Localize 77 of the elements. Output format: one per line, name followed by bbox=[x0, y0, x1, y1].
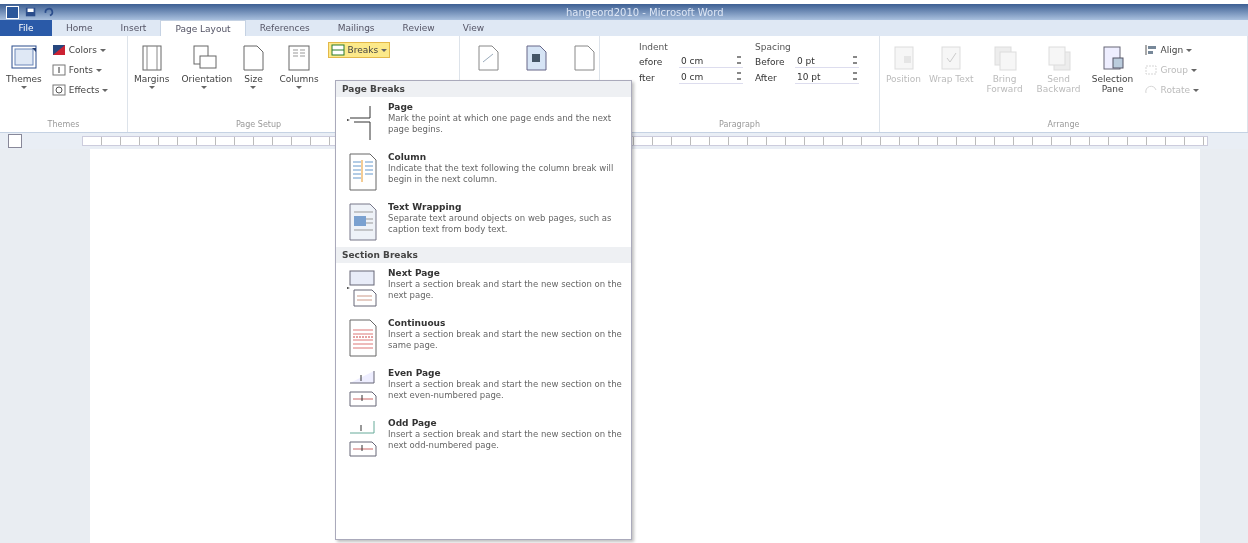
menu-section-header: Page Breaks bbox=[336, 81, 631, 97]
ribbon-button[interactable]: Effects bbox=[48, 82, 112, 98]
file-tab[interactable]: File bbox=[0, 20, 52, 36]
ribbon-button[interactable]: Themes bbox=[3, 42, 45, 91]
next-page-break-icon bbox=[346, 268, 378, 308]
ribbon-tab[interactable]: Home bbox=[52, 20, 107, 36]
group-label: Arrange bbox=[1047, 120, 1080, 131]
menu-item[interactable]: Even Page Insert a section break and start the new section on the next even-numbered page. bbox=[336, 363, 631, 413]
menu-item[interactable]: Column Indicate that the text following the column break will begin in the next column. bbox=[336, 147, 631, 197]
ribbon-button[interactable]: Align bbox=[1140, 42, 1202, 58]
menu-item-title: Even Page bbox=[388, 368, 442, 378]
ribbon-tab[interactable]: Page Layout bbox=[160, 20, 246, 36]
menu-item-description: Insert a section break and start the new section on the next odd-numbered page. bbox=[388, 429, 623, 451]
menu-item[interactable]: Odd Page Insert a section break and start the new section on the next odd-numbered page. bbox=[336, 413, 631, 463]
menu-item[interactable]: Text Wrapping Separate text around objects on web pages, such as caption text from body text. bbox=[336, 197, 631, 247]
ribbon-tab[interactable]: References bbox=[245, 20, 324, 36]
menu-item-description: Insert a section break and start the new section on the next even-numbered page. bbox=[388, 379, 623, 401]
rotate-icon bbox=[1143, 84, 1158, 96]
menu-item-description: Separate text around objects on web pages, such as caption text from body text. bbox=[388, 213, 613, 235]
section-label: Indent bbox=[639, 42, 669, 52]
ribbon-button[interactable]: Selection Pane bbox=[1086, 42, 1139, 96]
text-wrapping-icon bbox=[346, 202, 378, 242]
ribbon-tab[interactable]: Insert bbox=[106, 20, 161, 36]
ribbon-button[interactable]: Size bbox=[236, 42, 271, 91]
group-label: Themes bbox=[47, 120, 80, 131]
undo-icon[interactable] bbox=[43, 6, 55, 18]
spinner-field[interactable]: 0 cm bbox=[679, 55, 743, 68]
ribbon-tab[interactable]: Review bbox=[388, 20, 449, 36]
field-label: After bbox=[755, 72, 778, 83]
menu-item-title: Page bbox=[388, 102, 414, 112]
ribbon-button[interactable]: Margins bbox=[131, 42, 173, 91]
menu-item[interactable]: Next Page Insert a section break and start the new section on the next page. bbox=[336, 263, 631, 313]
field-label: Before bbox=[755, 56, 786, 67]
group-icon bbox=[1143, 64, 1158, 76]
ribbon-button[interactable]: Breaks bbox=[327, 42, 391, 58]
field-label: efore bbox=[639, 56, 664, 67]
ribbon-button[interactable]: Colors bbox=[48, 42, 112, 58]
menu-item-title: Odd Page bbox=[388, 418, 438, 428]
page-orientation-icon bbox=[190, 44, 219, 72]
odd-page-break-icon bbox=[346, 418, 378, 458]
section-label: Spacing bbox=[755, 42, 792, 52]
window-title: hangeord2010 - Microsoft Word bbox=[566, 6, 724, 18]
group-label: Page Setup bbox=[235, 120, 282, 131]
field-label: fter bbox=[639, 72, 656, 83]
menu-item-description: Insert a section break and start the new section on the next page. bbox=[388, 279, 623, 301]
menu-section-header: Section Breaks bbox=[336, 247, 631, 263]
even-page-break-icon bbox=[346, 368, 378, 408]
columns-icon bbox=[285, 44, 313, 72]
group-label: Paragraph bbox=[719, 120, 760, 131]
menu-item-description: Insert a section break and start the new section on the same page. bbox=[388, 329, 623, 351]
ribbon-tab[interactable]: View bbox=[448, 20, 499, 36]
tab-selector-icon[interactable] bbox=[8, 134, 22, 148]
menu-item-description: Mark the point at which one page ends and the next page begins. bbox=[388, 113, 613, 135]
menu-item-description: Indicate that the text following the column break will begin in the next column. bbox=[388, 163, 615, 185]
effects-box-icon bbox=[51, 84, 66, 96]
ribbon-button[interactable]: Fonts bbox=[48, 62, 112, 78]
menu-item-title: Column bbox=[388, 152, 428, 162]
menu-item[interactable]: Continuous Insert a section break and start the new section on the same page. bbox=[336, 313, 631, 363]
ribbon-button[interactable]: Orientation bbox=[178, 42, 231, 91]
save-icon[interactable] bbox=[25, 6, 37, 18]
align-icon bbox=[1143, 44, 1158, 56]
ribbon-tab[interactable]: Mailings bbox=[323, 20, 389, 36]
themes-icon bbox=[9, 44, 38, 72]
spinner-field[interactable]: 0 pt bbox=[795, 55, 859, 68]
spinner-field[interactable]: 0 cm bbox=[679, 71, 743, 84]
column-break-icon bbox=[346, 152, 378, 192]
menu-item-title: Continuous bbox=[388, 318, 447, 328]
ribbon-button[interactable]: Columns bbox=[276, 42, 322, 91]
menu-item[interactable]: Page Mark the point at which one page ends and the next page begins. bbox=[336, 97, 631, 147]
menu-item-title: Next Page bbox=[388, 268, 441, 278]
font-box-icon bbox=[51, 64, 66, 76]
continuous-break-icon bbox=[346, 318, 378, 358]
menu-item-title: Text Wrapping bbox=[388, 202, 463, 212]
spinner-field[interactable]: 10 pt bbox=[795, 71, 859, 84]
word-logo-icon bbox=[6, 5, 19, 19]
page-break-icon bbox=[330, 44, 345, 56]
color-swatch-icon bbox=[51, 44, 66, 56]
